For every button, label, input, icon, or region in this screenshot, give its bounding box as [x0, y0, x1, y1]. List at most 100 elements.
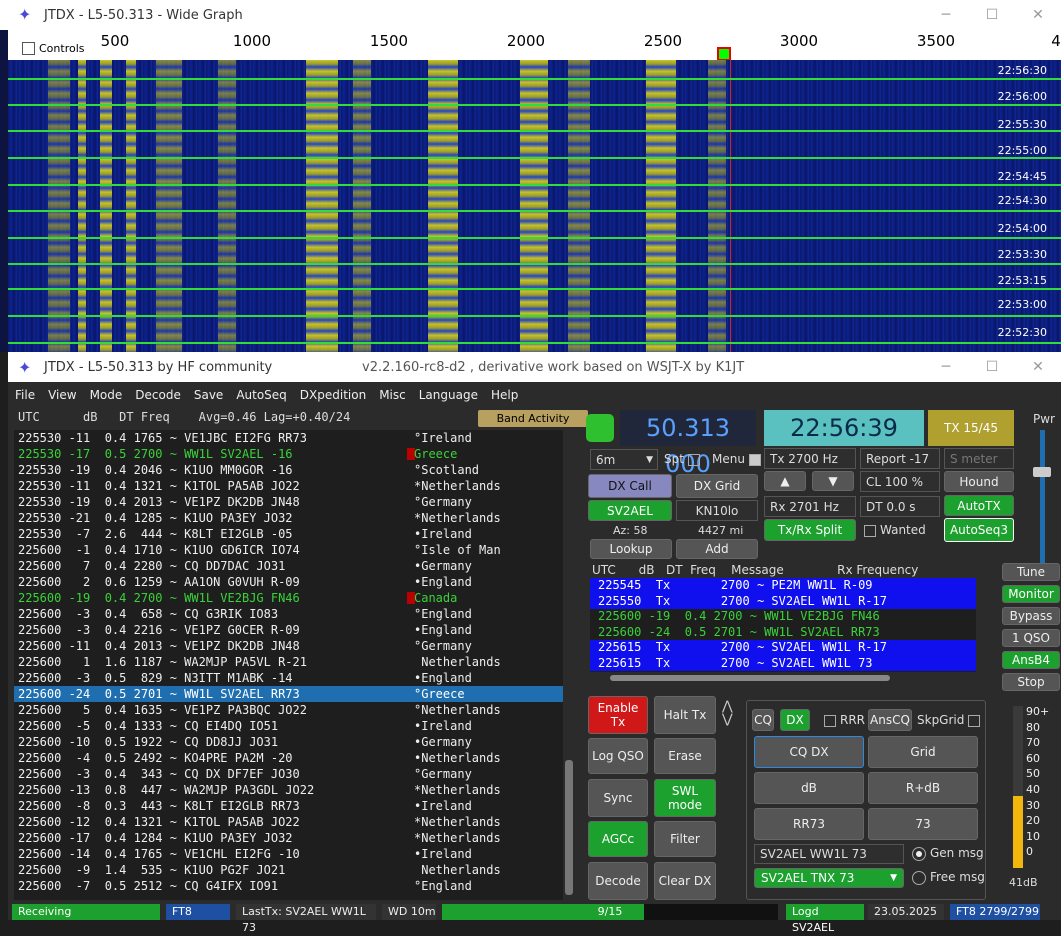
- txrx-split-button[interactable]: Tx/Rx Split: [764, 519, 856, 541]
- waterfall-display[interactable]: 22:56:30 22:56:00 22:55:30 22:55:00 22:5…: [8, 60, 1061, 352]
- menu-view[interactable]: View: [48, 388, 76, 402]
- decode-row[interactable]: 225600 -3 0.4 343 ~ CQ DX DF7EF JO30 °Ger…: [14, 766, 564, 782]
- decode-row[interactable]: 225530 -17 0.5 2700 ~ WW1L SV2AEL -16 Gre…: [14, 446, 564, 462]
- tx-frequency-spinbox[interactable]: Tx 2700 Hz: [764, 448, 856, 469]
- decode-row[interactable]: 225600 -24 0.5 2701 ~ WW1L SV2AEL RR73 °G…: [14, 686, 564, 702]
- rdb-message-button[interactable]: R+dB: [868, 772, 978, 804]
- spot-checkbox[interactable]: Spt: [664, 452, 704, 466]
- decode-row[interactable]: 225600 -3 0.4 2216 ~ VE1PZ G0CER R-09 •En…: [14, 622, 564, 638]
- decode-row[interactable]: 225600 5 0.4 1635 ~ VE1PZ PA3BQC JO22 °Ne…: [14, 702, 564, 718]
- halt-tx-button[interactable]: Halt Tx: [654, 696, 716, 734]
- skpgrid-checkbox[interactable]: SkpGrid: [917, 713, 984, 727]
- tune-button[interactable]: Tune: [1002, 563, 1060, 581]
- decode-row[interactable]: 225600 2 0.6 1259 ~ AA1ON G0VUH R-09 •Eng…: [14, 574, 564, 590]
- decode-row[interactable]: 225600 -4 0.5 2492 ~ KO4PRE PA2M -20 •Net…: [14, 750, 564, 766]
- menu-checkbox[interactable]: Menu: [712, 452, 765, 466]
- free-message-combo[interactable]: SV2AEL TNX 73 ▼: [754, 868, 904, 888]
- db-message-button[interactable]: dB: [754, 772, 864, 804]
- decode-button[interactable]: Decode: [588, 862, 648, 900]
- decode-row[interactable]: 225600 -10 0.5 1922 ~ CQ DD8JJ JO31 •Germ…: [14, 734, 564, 750]
- dx-call-field[interactable]: SV2AEL: [588, 500, 672, 521]
- band-list-scrollbar[interactable]: [563, 430, 575, 900]
- menu-file[interactable]: File: [15, 388, 35, 402]
- dx-call-button[interactable]: DX Call: [588, 474, 672, 498]
- menu-help[interactable]: Help: [491, 388, 518, 402]
- band-select[interactable]: 6m ▼: [590, 449, 658, 470]
- wanted-checkbox[interactable]: Wanted: [864, 523, 926, 537]
- maximize-icon[interactable]: ☐: [969, 352, 1015, 382]
- report-spinbox[interactable]: Report -17: [860, 448, 940, 469]
- decode-row[interactable]: 225600 -3 0.4 658 ~ CQ G3RIK IO83 °Englan…: [14, 606, 564, 622]
- add-button[interactable]: Add: [676, 539, 758, 559]
- decode-row[interactable]: 225600 1 1.6 1187 ~ WA2MJP PA5VL R-21 Ne…: [14, 654, 564, 670]
- decode-row[interactable]: 225600 -17 0.4 1284 ~ K1UO PA3EY JO32 *Ne…: [14, 830, 564, 846]
- grid-message-button[interactable]: Grid: [868, 736, 978, 768]
- close-icon[interactable]: ✕: [1015, 0, 1061, 30]
- decode-row[interactable]: 225530 -7 2.6 444 ~ K8LT EI2GLB -05 •Irel…: [14, 526, 564, 542]
- gen-msg-radio[interactable]: Gen msg: [912, 846, 984, 861]
- tx-frequency-marker[interactable]: [717, 47, 731, 61]
- decode-row[interactable]: 225600 -1 0.4 1710 ~ K1UO GD6ICR IO74 °Is…: [14, 542, 564, 558]
- decode-row[interactable]: 225530 -11 0.4 1321 ~ K1TOL PA5AB JO22 *N…: [14, 478, 564, 494]
- decode-row[interactable]: 225600 -11 0.4 2013 ~ VE1PZ DK2DB JN48 °G…: [14, 638, 564, 654]
- ansb4-button[interactable]: AnsB4: [1002, 651, 1060, 669]
- decode-row[interactable]: 225600 -3 0.5 829 ~ N3ITT M1ABK -14 •Engl…: [14, 670, 564, 686]
- collapse-arrows-icon[interactable]: ⋀ ⋁: [722, 700, 733, 726]
- rx-messages-list[interactable]: 225545 Tx 2700 ~ PE2M WW1L R-09 225550 Tx…: [590, 578, 976, 672]
- decode-row[interactable]: 225600 -14 0.4 1765 ~ VE1CHL EI2FG -10 •I…: [14, 846, 564, 862]
- band-activity-list[interactable]: 225530 -11 0.4 1765 ~ VE1JBC EI2FG RR73 °…: [14, 430, 564, 900]
- controls-checkbox[interactable]: Controls: [22, 42, 85, 55]
- agcc-button[interactable]: AGCc: [588, 821, 648, 857]
- decode-row[interactable]: 225600 -13 0.8 447 ~ WA2MJP PA3GDL JO22 *…: [14, 782, 564, 798]
- rx-message-row[interactable]: 225600 -24 0.5 2701 ~ WW1L SV2AEL RR73: [590, 625, 976, 641]
- swl-mode-button[interactable]: SWL mode: [654, 779, 716, 817]
- menu-language[interactable]: Language: [419, 388, 478, 402]
- decode-row[interactable]: 225600 -19 0.4 2700 ~ WW1L VE2BJG FN46 Ca…: [14, 590, 564, 606]
- menu-dxpedition[interactable]: DXpedition: [300, 388, 366, 402]
- decode-row[interactable]: 225600 7 0.4 2280 ~ CQ DD7DAC JO31 •Germa…: [14, 558, 564, 574]
- cq-dx-message-button[interactable]: CQ DX: [754, 736, 864, 768]
- decode-row[interactable]: 225600 -7 0.5 2512 ~ CQ G4IFX IO91 °Engla…: [14, 878, 564, 894]
- rx-frequency-spinbox[interactable]: Rx 2701 Hz: [764, 496, 856, 517]
- decode-row[interactable]: 225530 -19 0.4 2013 ~ VE1PZ DK2DB JN48 °G…: [14, 494, 564, 510]
- menu-save[interactable]: Save: [194, 388, 223, 402]
- smeter-field[interactable]: S meter: [944, 448, 1014, 469]
- decode-row[interactable]: 225530 -21 0.4 1285 ~ K1UO PA3EY JO32 *Ne…: [14, 510, 564, 526]
- dial-frequency[interactable]: 50.313 000: [620, 410, 756, 478]
- rx-message-row[interactable]: 225615 Tx 2700 ~ SV2AEL WW1L R-17: [590, 640, 976, 656]
- rr73-message-button[interactable]: RR73: [754, 808, 864, 840]
- menu-decode[interactable]: Decode: [135, 388, 181, 402]
- monitor-button[interactable]: Monitor: [1002, 585, 1060, 603]
- power-slider-handle[interactable]: [1033, 467, 1051, 477]
- decode-row[interactable]: 225600 -9 1.4 535 ~ K1UO PG2F JO21 Nethe…: [14, 862, 564, 878]
- decode-row[interactable]: 225530 -11 0.4 1765 ~ VE1JBC EI2FG RR73 °…: [14, 430, 564, 446]
- hound-button[interactable]: Hound: [944, 471, 1014, 492]
- close-icon[interactable]: ✕: [1015, 352, 1061, 382]
- lookup-button[interactable]: Lookup: [590, 539, 672, 559]
- rrr-checkbox[interactable]: RRR: [824, 713, 865, 727]
- free-msg-radio[interactable]: Free msg: [912, 870, 985, 885]
- decode-row[interactable]: 225530 -19 0.4 2046 ~ K1UO MM0GOR -16 °Sc…: [14, 462, 564, 478]
- tx-down-button[interactable]: ▼: [812, 471, 854, 491]
- autoseq-button[interactable]: AutoSeq3: [944, 518, 1014, 542]
- cq-button[interactable]: CQ: [752, 709, 774, 731]
- 73-message-button[interactable]: 73: [868, 808, 978, 840]
- minimize-icon[interactable]: ─: [923, 0, 969, 30]
- dx-grid-button[interactable]: DX Grid: [676, 474, 758, 498]
- bypass-button[interactable]: Bypass: [1002, 607, 1060, 625]
- band-activity-button[interactable]: Band Activity: [478, 410, 588, 427]
- erase-button[interactable]: Erase: [654, 738, 716, 774]
- filter-button[interactable]: Filter: [654, 821, 716, 857]
- autotx-button[interactable]: AutoTX: [944, 495, 1014, 516]
- clear-dx-button[interactable]: Clear DX: [654, 862, 716, 900]
- tx-up-button[interactable]: ▲: [764, 471, 806, 491]
- menu-mode[interactable]: Mode: [90, 388, 123, 402]
- log-qso-button[interactable]: Log QSO: [588, 738, 648, 774]
- maximize-icon[interactable]: ☐: [969, 0, 1015, 30]
- dx-button[interactable]: DX: [780, 709, 810, 731]
- decode-row[interactable]: 225600 -12 0.4 1321 ~ K1TOL PA5AB JO22 *N…: [14, 814, 564, 830]
- anscq-button[interactable]: AnsCQ: [868, 709, 912, 731]
- enable-tx-button[interactable]: Enable Tx: [588, 696, 648, 734]
- decode-row[interactable]: 225600 -5 0.4 1333 ~ CQ EI4DQ IO51 •Irela…: [14, 718, 564, 734]
- frequency-scale[interactable]: Controls 500 1000 1500 2000 2500 3000 35…: [8, 30, 1061, 60]
